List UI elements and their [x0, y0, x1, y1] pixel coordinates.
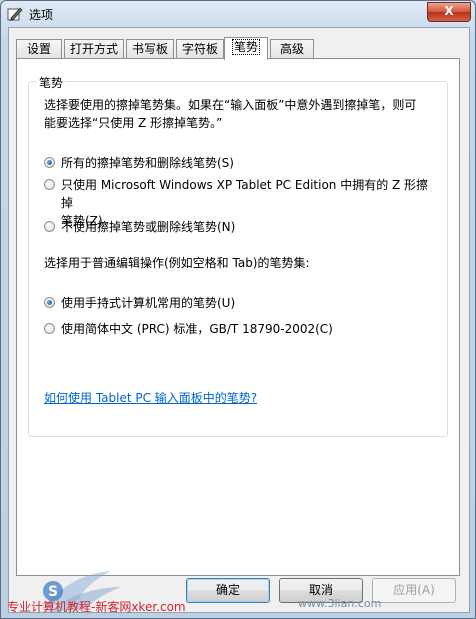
pen-icon — [7, 7, 23, 21]
gestures-panel: 笔势 选择要使用的擦掉笔势集。如果在“输入面板”中意外遇到擦掉笔，则可 能要选择… — [16, 58, 460, 576]
apply-button[interactable]: 应用(A) — [372, 578, 456, 603]
radio-z-erase-only[interactable]: 只使用 Microsoft Windows XP Tablet PC Editi… — [44, 176, 440, 228]
radio-button[interactable] — [44, 323, 55, 334]
radio-button[interactable] — [44, 221, 55, 232]
group-title: 笔势 — [37, 74, 66, 91]
tab-open-with[interactable]: 打开方式 — [64, 39, 124, 58]
radio-button[interactable] — [44, 157, 55, 168]
watermark-site: www.3lian.com — [298, 597, 382, 610]
radio-all-erase-gestures[interactable]: 所有的擦掉笔势和删除线笔势(S) — [44, 154, 440, 172]
tab-strip: 设置 打开方式 书写板 字符板 笔势 高级 — [16, 37, 462, 60]
gestures-groupbox: 笔势 选择要使用的擦掉笔势集。如果在“输入面板”中意外遇到擦掉笔，则可 能要选择… — [28, 74, 448, 437]
tab-gestures[interactable]: 笔势 — [224, 37, 268, 60]
close-button[interactable]: X — [427, 2, 471, 22]
window-title: 选项 — [29, 8, 54, 22]
radio-handheld-gestures[interactable]: 使用手持式计算机常用的笔势(U) — [44, 294, 440, 312]
radio-button[interactable] — [44, 179, 55, 190]
title-bar[interactable]: 选项 X — [1, 1, 475, 27]
watermark-caption: 专业计算机教程-新客网xker.com — [7, 600, 186, 614]
tab-settings[interactable]: 设置 — [16, 39, 62, 58]
edit-gestures-prompt: 选择用于普通编辑操作(例如空格和 Tab)的笔势集: — [44, 256, 310, 270]
erase-description: 选择要使用的擦掉笔势集。如果在“输入面板”中意外遇到擦掉笔，则可 能要选择“只使… — [44, 98, 417, 130]
tab-character-pad[interactable]: 字符板 — [176, 39, 224, 58]
dialog-body: 设置 打开方式 书写板 字符板 笔势 高级 笔势 选择要使用的擦掉笔势集。如果在… — [8, 27, 470, 613]
tab-writing-pad[interactable]: 书写板 — [126, 39, 174, 58]
options-dialog: 选项 X 设置 打开方式 书写板 字符板 笔势 高级 笔势 选择要使用的擦掉笔势… — [0, 0, 476, 619]
tab-advanced[interactable]: 高级 — [270, 39, 314, 58]
radio-prc-standard-gestures[interactable]: 使用简体中文 (PRC) 标准，GB/T 18790-2002(C) — [44, 320, 440, 338]
radio-button[interactable] — [44, 297, 55, 308]
ok-button[interactable]: 确定 — [186, 578, 270, 603]
radio-no-erase-gestures[interactable]: 不使用擦掉笔势或删除线笔势(N) — [44, 218, 440, 236]
help-link[interactable]: 如何使用 Tablet PC 输入面板中的笔势? — [44, 389, 257, 406]
